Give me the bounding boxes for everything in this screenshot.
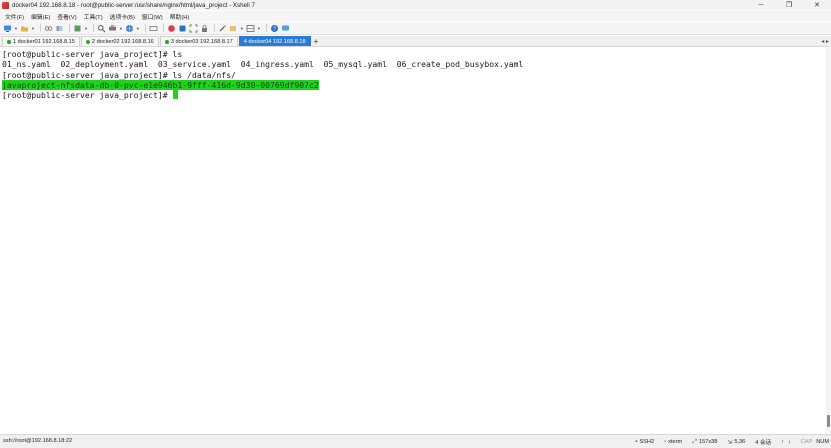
print-dropdown-icon[interactable]: ▼	[119, 26, 123, 31]
status-protocol: ▪ SSH2	[635, 439, 655, 445]
open-dropdown-icon[interactable]: ▼	[31, 26, 35, 31]
new-session-dropdown-icon[interactable]: ▼	[14, 26, 18, 31]
lock-icon[interactable]	[200, 24, 209, 33]
connected-status-icon	[164, 39, 169, 44]
toolbar-separator	[144, 24, 146, 32]
terminal-prompt: [root@public-server java_project]#	[2, 90, 173, 101]
status-sessions: 4 会话	[755, 440, 772, 446]
lock-icon: ▪	[635, 439, 638, 445]
toolbar-separator	[39, 24, 41, 32]
status-bar: ssh://root@192.168.8.18:22 ▪ SSH2 ▫ xterm …	[0, 434, 831, 448]
menu-tab[interactable]: 选项卡(B)	[110, 12, 135, 21]
tab-scroll-arrows[interactable]: ◂ ▸	[821, 38, 829, 45]
toolbar-separator	[265, 24, 267, 32]
compose-dropdown-icon[interactable]: ▼	[240, 26, 244, 31]
compose-icon[interactable]	[229, 24, 238, 33]
status-size: ⤢ 157x38	[692, 438, 718, 446]
layout-dropdown-icon[interactable]: ▼	[257, 26, 261, 31]
menu-view[interactable]: 查看(V)	[57, 12, 76, 21]
terminal-icon: ▫	[664, 439, 667, 445]
close-button[interactable]: ✕	[803, 0, 831, 10]
fullscreen-icon[interactable]	[189, 24, 198, 33]
minimize-button[interactable]: ─	[747, 0, 775, 10]
toolbar: ▼ ▼ ▼ ▼ ▼ ▼ ▼ ?	[0, 22, 831, 35]
session-tab-bar: 1 docker01 192.168.8.15 2 docker02 192.1…	[0, 36, 831, 47]
connected-status-icon	[7, 39, 11, 44]
status-up-arrow-icon[interactable]: ↑	[781, 439, 784, 445]
status-indicators: ▪ SSH2 ▫ xterm ⤢ 157x38 ⇲ 5,36 4 会话 ↑ ↓ CAP …	[625, 438, 831, 447]
disconnect-icon[interactable]	[55, 24, 64, 33]
print-icon[interactable]	[108, 24, 117, 33]
menu-window[interactable]: 窗口(W)	[142, 12, 163, 21]
globe-dropdown-icon[interactable]: ▼	[136, 26, 140, 31]
find-icon[interactable]	[97, 24, 106, 33]
link-icon[interactable]	[44, 24, 53, 33]
tab-docker01[interactable]: 1 docker01 192.168.8.15	[2, 36, 80, 46]
terminal-cursor	[172, 90, 178, 100]
terminal-line: [root@public-server java_project]# ls /d…	[2, 69, 236, 80]
terminal-line-highlighted: javaproject-nfsdata-db-0-pvc-e1e946b1-9f…	[2, 79, 826, 90]
toolbar-separator	[162, 24, 164, 32]
terminal-line: 01_ns.yaml 02_deployment.yaml 03_service…	[2, 59, 524, 70]
terminal-line: [root@public-server java_project]# ls	[2, 49, 183, 59]
selected-text: javaproject-nfsdata-db-0-pvc-e1e946b1-9f…	[2, 79, 319, 90]
tab-docker02[interactable]: 2 docker02 192.168.8.16	[80, 36, 159, 46]
terminal-output[interactable]: [root@public-server java_project]# ls 01…	[0, 48, 826, 433]
scrollbar-thumb[interactable]	[827, 415, 830, 427]
title-bar: docker04 192.168.8.18 - root@public-serv…	[0, 0, 831, 10]
help-icon[interactable]: ?	[270, 24, 279, 33]
tab-label: 4 docker04 192.168.8.18	[243, 38, 306, 45]
terminal-prompt-line: [root@public-server java_project]#	[2, 90, 826, 100]
xshell-app-icon	[2, 1, 9, 9]
script-icon[interactable]	[218, 24, 227, 33]
menu-file[interactable]: 文件(F)	[5, 12, 24, 21]
menu-edit[interactable]: 编辑(E)	[31, 12, 50, 21]
menu-help[interactable]: 帮助(H)	[170, 12, 190, 21]
status-caps: CAP	[800, 439, 813, 445]
toolbar-separator	[213, 24, 215, 32]
tab-label: 1 docker01 192.168.8.15	[13, 38, 75, 45]
svg-text:?: ?	[273, 26, 276, 32]
connected-status-icon	[85, 39, 90, 44]
status-cursor-position: ⇲ 5,36	[727, 439, 746, 446]
layout-icon[interactable]	[246, 24, 255, 33]
chat-icon[interactable]	[281, 24, 290, 33]
status-down-arrow-icon[interactable]: ↓	[788, 439, 791, 445]
resize-icon: ⤢	[692, 438, 697, 445]
properties-dropdown-icon[interactable]: ▼	[84, 26, 88, 31]
new-session-icon[interactable]	[3, 24, 12, 33]
toolbar-separator	[92, 24, 94, 32]
maximize-button[interactable]: ❐	[775, 0, 803, 10]
tab-label: 2 docker02 192.168.8.16	[91, 38, 154, 45]
keyboard-icon[interactable]	[149, 24, 158, 33]
status-connection: ssh://root@192.168.8.18:22	[3, 438, 73, 444]
toolbar-separator	[68, 24, 70, 32]
tab-docker04[interactable]: 4 docker04 192.168.8.18	[238, 36, 311, 46]
properties-icon[interactable]	[73, 24, 82, 33]
window-title: docker04 192.168.8.18 - root@public-serv…	[12, 1, 255, 9]
menu-tools[interactable]: 工具(T)	[84, 12, 103, 21]
globe-icon[interactable]	[125, 24, 134, 33]
tab-docker03[interactable]: 3 docker03 192.168.8.17	[159, 36, 238, 46]
window-controls: ─ ❐ ✕	[747, 0, 831, 10]
cursor-position-icon: ⇲	[727, 439, 733, 446]
xshell-icon[interactable]	[178, 24, 187, 33]
status-num: NUM	[816, 439, 829, 445]
status-terminal-type: ▫ xterm	[664, 439, 683, 445]
tab-label: 3 docker03 192.168.8.17	[170, 38, 233, 45]
menu-bar: 文件(F) 编辑(E) 查看(V) 工具(T) 选项卡(B) 窗口(W) 帮助(…	[0, 11, 831, 21]
open-folder-icon[interactable]	[20, 24, 29, 33]
add-tab-button[interactable]: +	[314, 38, 319, 46]
xftp-icon[interactable]	[167, 24, 176, 33]
terminal-scrollbar[interactable]	[826, 48, 831, 433]
